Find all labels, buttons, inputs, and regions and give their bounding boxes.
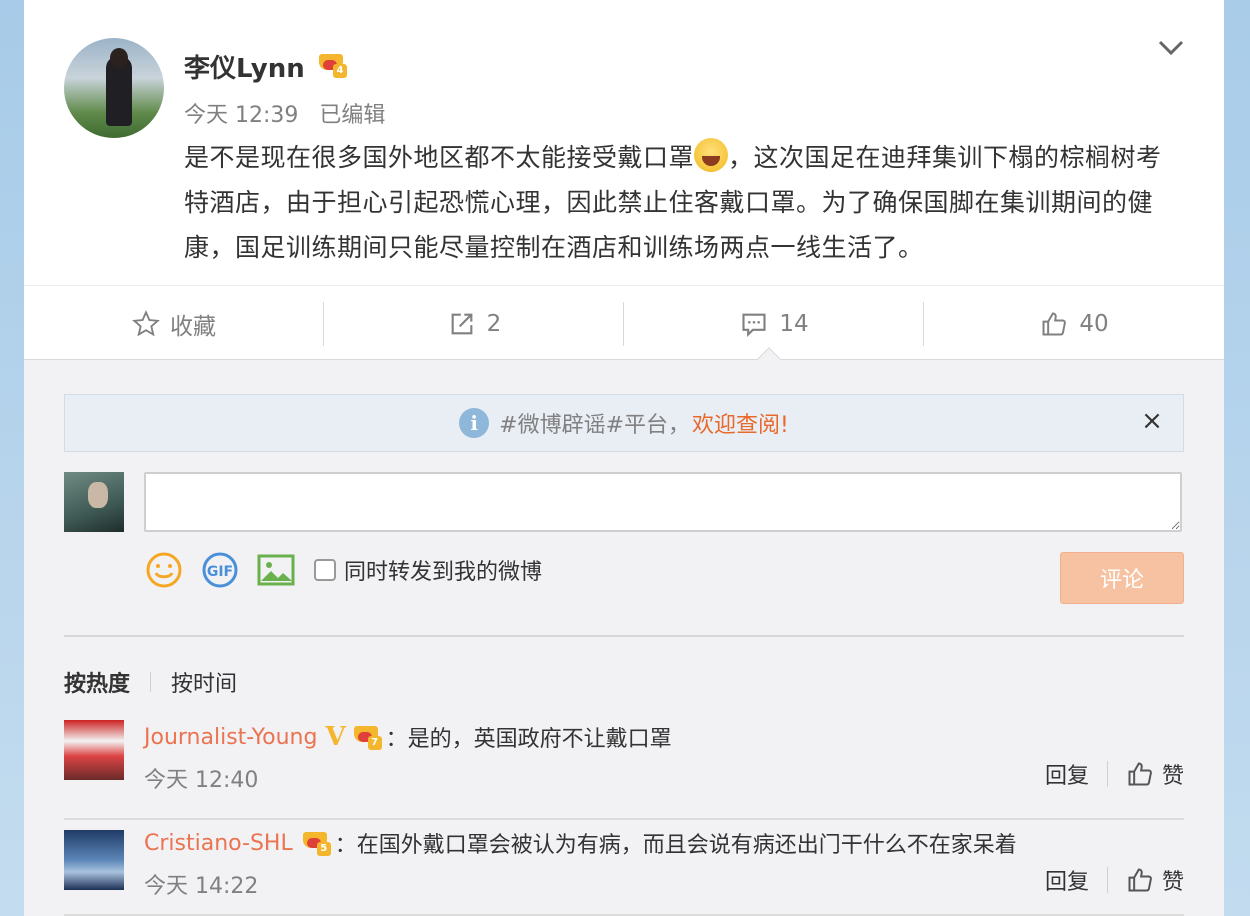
comment-icon <box>742 313 766 337</box>
background-left <box>0 0 24 916</box>
composer-tools: GIF 同时转发到我的微博 <box>144 548 542 592</box>
laugh-cry-emoji-icon <box>694 138 729 172</box>
vip-crown-icon[interactable]: 5 <box>301 830 331 856</box>
post-text: 是不是现在很多国外地区都不太能接受戴口罩 ，这次国足在迪拜集训下榻的棕榈树考特酒店… <box>184 135 1184 270</box>
sort-tabs: 按热度 按时间 <box>64 666 237 698</box>
sort-by-hot-tab[interactable]: 按热度 <box>64 666 130 698</box>
notice-link[interactable]: 欢迎查阅! <box>692 407 789 439</box>
comment-actions: 回复 赞 <box>1045 758 1184 790</box>
reply-button[interactable]: 回复 <box>1045 864 1089 896</box>
vip-crown-icon[interactable]: 4 <box>317 52 347 78</box>
commenter-name[interactable]: Cristiano-SHL <box>144 831 293 856</box>
my-avatar[interactable] <box>64 472 124 532</box>
verified-v-icon[interactable]: V <box>325 722 345 752</box>
like-comment-button[interactable]: 赞 <box>1162 758 1184 790</box>
sync-checkbox[interactable] <box>314 559 336 581</box>
comment-line: Cristiano-SHL 5 ：在国外戴口罩会被认为有病，而且会说有病还出门干… <box>144 826 1017 860</box>
commenter-name[interactable]: Journalist-Young <box>144 725 317 750</box>
rumor-notice-banner: i #微博辟谣#平台， 欢迎查阅! × <box>64 394 1184 452</box>
author-name[interactable]: 李仪Lynn <box>184 48 305 85</box>
comment-item: Cristiano-SHL 5 ：在国外戴口罩会被认为有病，而且会说有病还出门干… <box>64 826 1184 916</box>
comment-item: Journalist-Young V 7 ：是的，英国政府不让戴口罩 今天 12… <box>64 720 1184 820</box>
repost-button[interactable]: 2 <box>324 286 624 361</box>
vip-crown-icon[interactable]: 7 <box>352 724 382 750</box>
comment-button[interactable]: 14 <box>624 286 924 361</box>
comment-time: 今天 14:22 <box>144 874 259 899</box>
author-avatar[interactable] <box>64 38 164 138</box>
reply-button[interactable]: 回复 <box>1045 758 1089 790</box>
divider <box>64 635 1184 637</box>
info-icon: i <box>459 408 490 438</box>
chevron-down-icon[interactable] <box>1158 38 1184 58</box>
comment-actions: 回复 赞 <box>1045 864 1184 896</box>
comment-input[interactable] <box>144 472 1182 532</box>
emoji-icon[interactable] <box>144 550 184 590</box>
post-time[interactable]: 今天 12:39 <box>184 103 298 128</box>
edited-label[interactable]: 已编辑 <box>319 103 385 128</box>
sort-by-time-tab[interactable]: 按时间 <box>171 666 237 698</box>
post: 李仪Lynn 4 今天 12:39 已编辑 是不是现在很多国外地区都不太能接受戴… <box>24 0 1224 360</box>
weibo-card: 李仪Lynn 4 今天 12:39 已编辑 是不是现在很多国外地区都不太能接受戴… <box>24 0 1224 916</box>
commenter-avatar[interactable] <box>64 830 124 890</box>
thumbs-up-icon <box>1042 312 1067 335</box>
star-icon <box>132 309 160 336</box>
background-right <box>1224 0 1250 916</box>
favorite-button[interactable]: 收藏 <box>24 286 324 361</box>
like-comment-button[interactable]: 赞 <box>1162 864 1184 896</box>
like-button[interactable]: 40 <box>924 286 1224 361</box>
comment-text: ：是的，英国政府不让戴口罩 <box>385 727 672 752</box>
gif-icon[interactable]: GIF <box>200 550 240 590</box>
image-icon[interactable] <box>256 550 296 590</box>
thumbs-up-icon[interactable] <box>1126 866 1154 894</box>
sync-repost-option[interactable]: 同时转发到我的微博 <box>314 554 542 586</box>
close-icon[interactable]: × <box>1139 408 1165 434</box>
comment-time: 今天 12:40 <box>144 768 259 793</box>
thumbs-up-icon[interactable] <box>1126 760 1154 788</box>
commenter-avatar[interactable] <box>64 720 124 780</box>
comment-text: ：在国外戴口罩会被认为有病，而且会说有病还出门干什么不在家呆着 <box>334 833 1017 858</box>
post-actions: 收藏 2 14 40 <box>24 285 1224 360</box>
share-icon <box>451 313 473 334</box>
svg-text:GIF: GIF <box>207 564 233 580</box>
post-meta: 今天 12:39 已编辑 <box>184 97 399 129</box>
submit-comment-button[interactable]: 评论 <box>1060 552 1184 604</box>
comment-line: Journalist-Young V 7 ：是的，英国政府不让戴口罩 <box>144 720 672 754</box>
